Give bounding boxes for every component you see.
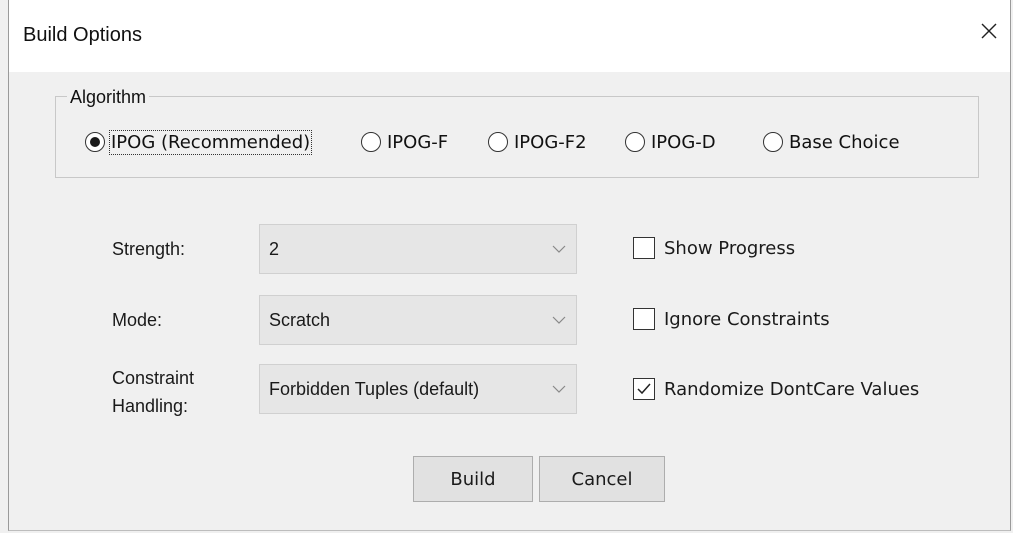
strength-select[interactable]: 2 [259, 224, 577, 274]
radio-base-choice[interactable]: Base Choice [763, 128, 900, 156]
checkbox-unchecked-icon [633, 237, 655, 259]
ignore-constraints-label: Ignore Constraints [664, 308, 830, 330]
randomize-dontcare-checkbox[interactable]: Randomize DontCare Values [633, 378, 919, 400]
radio-ipog-f[interactable]: IPOG-F [361, 128, 448, 156]
chevron-down-icon [542, 245, 576, 253]
chevron-down-icon [542, 385, 576, 393]
show-progress-label: Show Progress [664, 237, 796, 259]
checkbox-unchecked-icon [633, 308, 655, 330]
chevron-down-icon [542, 316, 576, 324]
cancel-button[interactable]: Cancel [539, 456, 665, 502]
mode-label: Mode: [112, 310, 163, 330]
radio-ipog-f2-label: IPOG-F2 [514, 131, 587, 153]
radio-selected-icon [85, 132, 105, 152]
close-button[interactable] [970, 12, 1008, 50]
close-icon [981, 23, 997, 39]
constraint-handling-select[interactable]: Forbidden Tuples (default) [259, 364, 577, 414]
strength-label: Strength: [112, 239, 186, 259]
mode-select[interactable]: Scratch [259, 295, 577, 345]
title-bar: Build Options [9, 0, 1010, 72]
checkbox-checked-icon [633, 378, 655, 400]
radio-ipog-f2[interactable]: IPOG-F2 [488, 128, 587, 156]
algorithm-group-label: Algorithm [67, 86, 150, 108]
build-options-dialog: Build Options Algorithm IPOG (Recommende… [8, 0, 1011, 531]
strength-value: 2 [269, 238, 280, 259]
ignore-constraints-checkbox[interactable]: Ignore Constraints [633, 308, 830, 330]
dialog-title: Build Options [23, 24, 142, 46]
constraint-handling-label: Constraint Handling: [112, 364, 194, 420]
radio-ipog-d-label: IPOG-D [651, 131, 716, 153]
constraint-handling-value: Forbidden Tuples (default) [269, 378, 480, 399]
radio-ipog-f-label: IPOG-F [387, 131, 449, 153]
show-progress-checkbox[interactable]: Show Progress [633, 237, 795, 259]
radio-unselected-icon [361, 132, 381, 152]
radio-unselected-icon [763, 132, 783, 152]
build-button[interactable]: Build [413, 456, 533, 502]
mode-value: Scratch [269, 309, 331, 330]
radio-unselected-icon [625, 132, 645, 152]
radio-ipog[interactable]: IPOG (Recommended) [85, 128, 313, 156]
radio-base-choice-label: Base Choice [789, 131, 900, 153]
randomize-dontcare-label: Randomize DontCare Values [664, 378, 920, 400]
constraint-label-line1: Constraint [112, 368, 195, 388]
radio-ipog-label: IPOG (Recommended) [108, 129, 313, 155]
radio-unselected-icon [488, 132, 508, 152]
constraint-label-line2: Handling: [112, 396, 189, 416]
radio-ipog-d[interactable]: IPOG-D [625, 128, 716, 156]
